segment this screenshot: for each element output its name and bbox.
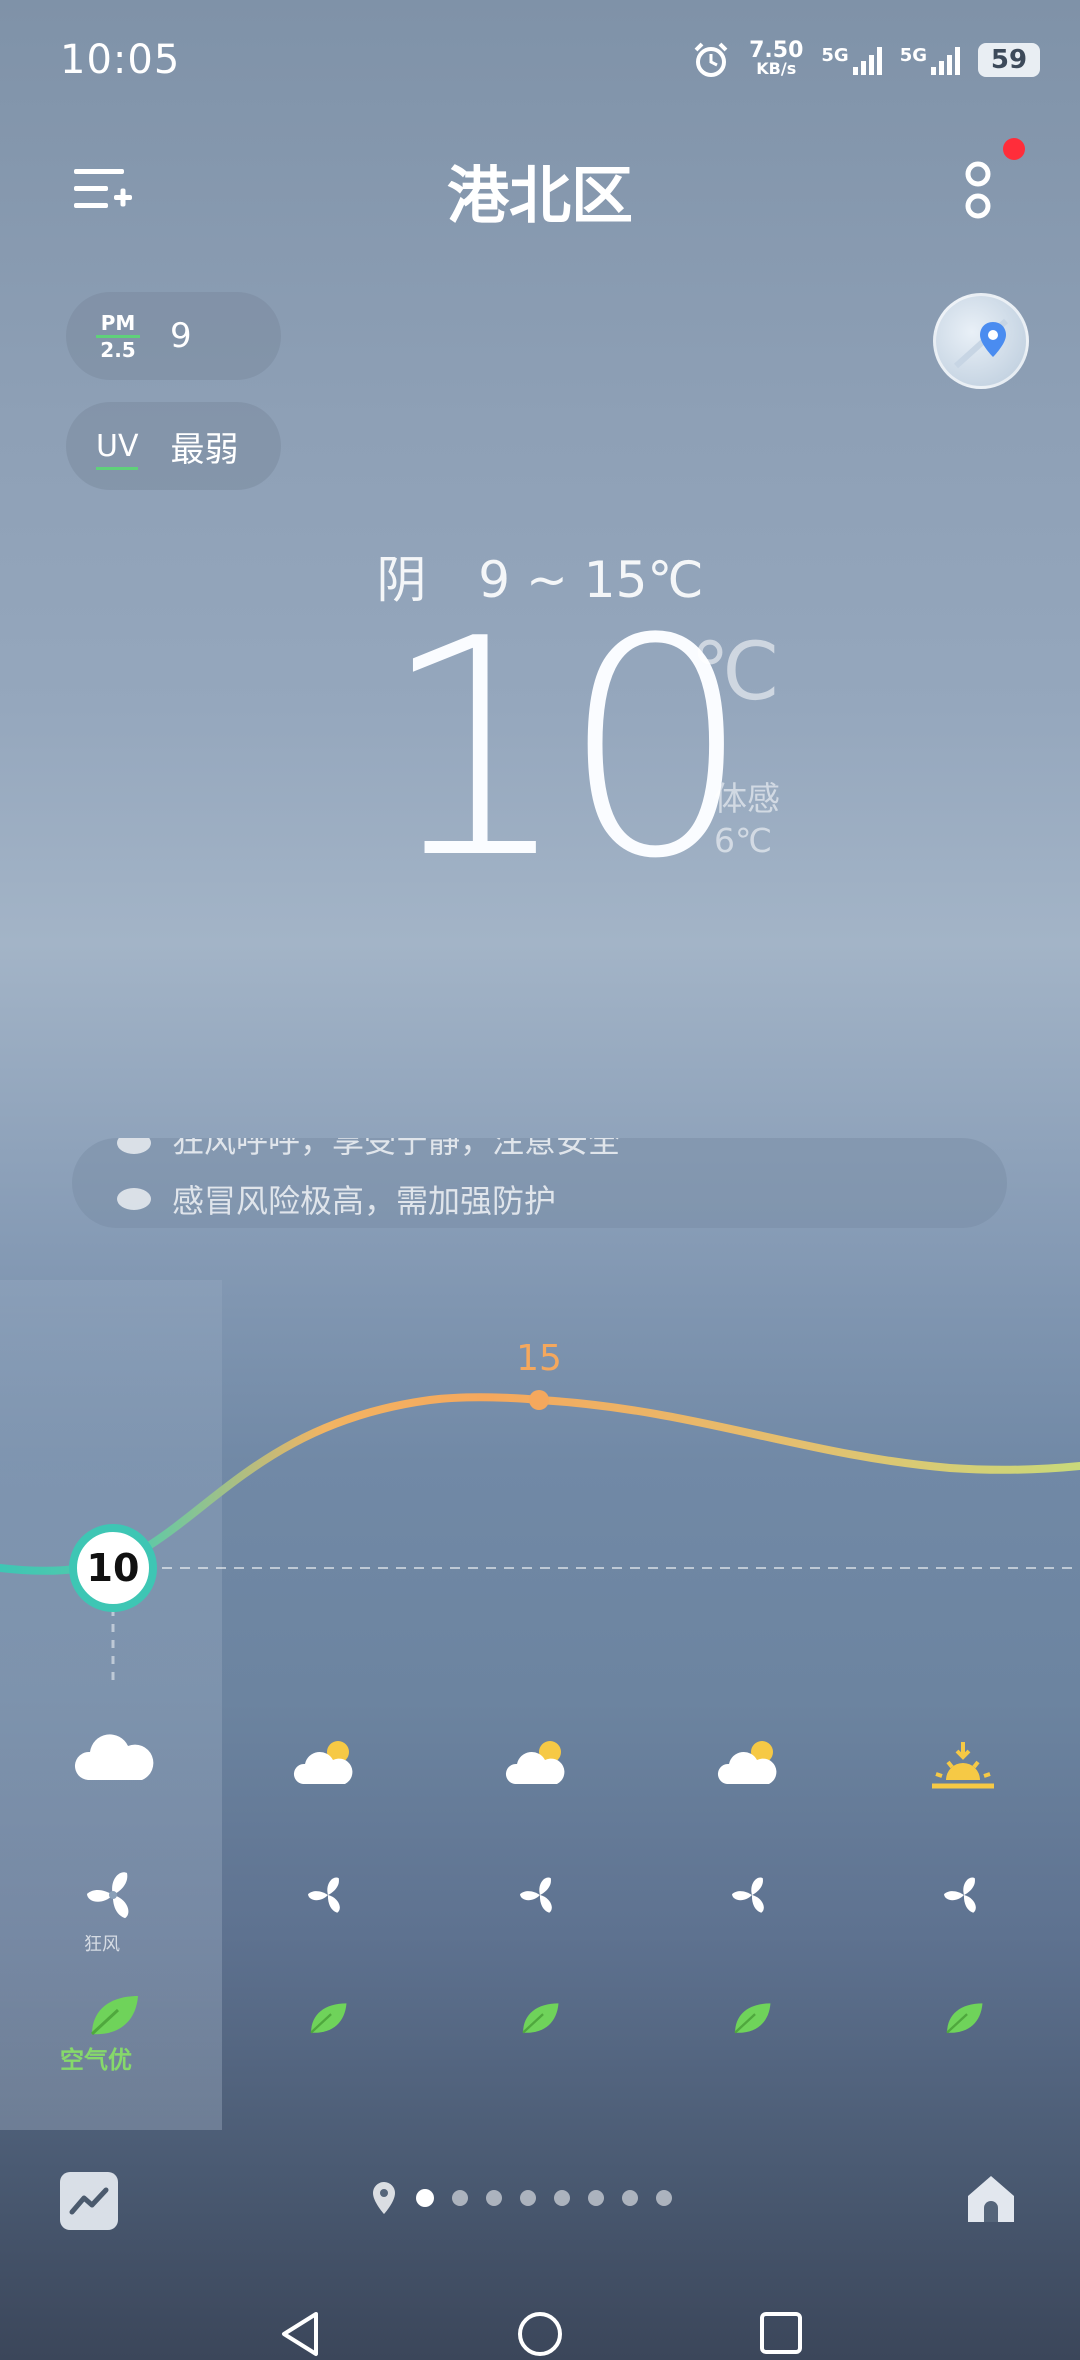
peak-temp-label: 15 bbox=[516, 1338, 562, 1379]
uv-label: UV bbox=[96, 428, 139, 470]
page-dot[interactable] bbox=[588, 2190, 604, 2206]
tips-card[interactable]: 狂风呼呼，享受宁静，注意安全 感冒风险极高，需加强防护 bbox=[72, 1138, 1007, 1228]
page-dot[interactable] bbox=[520, 2190, 536, 2206]
page-dot[interactable] bbox=[656, 2190, 672, 2206]
temp-line bbox=[0, 1393, 1080, 1575]
city-title: 港北区 bbox=[446, 159, 633, 232]
signal-1: 5G bbox=[821, 45, 882, 75]
page-dot[interactable] bbox=[452, 2190, 468, 2206]
temp-unit: ℃ bbox=[690, 625, 780, 718]
back-icon[interactable] bbox=[282, 2312, 318, 2356]
pm25-label: PM 2.5 bbox=[96, 312, 140, 361]
current-point-label: 10 bbox=[87, 1546, 140, 1590]
air-quality-label: 空气优 bbox=[60, 2046, 132, 2074]
status-bar: 10:05 7.50 KB/s 5G 5G 59 bbox=[60, 30, 1040, 90]
page-dot[interactable] bbox=[554, 2190, 570, 2206]
cloudy-icon bbox=[74, 1734, 154, 1780]
trend-chart-icon bbox=[69, 2187, 109, 2215]
page-dot[interactable] bbox=[622, 2190, 638, 2206]
pm25-value: 9 bbox=[170, 316, 192, 356]
uv-value: 最弱 bbox=[170, 429, 239, 470]
partly-cloudy-icon bbox=[505, 1741, 565, 1784]
feels-like-label: 体感 bbox=[714, 779, 780, 818]
status-time: 10:05 bbox=[60, 37, 181, 83]
feels-like-value: 6℃ bbox=[714, 821, 773, 860]
net-label-2: 5G bbox=[899, 45, 927, 66]
sunset-icon bbox=[932, 1742, 994, 1789]
wind-tip-icon bbox=[117, 1138, 151, 1154]
wind-fan-icon bbox=[86, 1872, 129, 1919]
tip-2: 感冒风险极高，需加强防护 bbox=[172, 1182, 557, 1220]
partly-cloudy-icon bbox=[293, 1741, 353, 1784]
leaf-icon bbox=[522, 2003, 559, 2034]
pm25-pill[interactable]: PM 2.5 9 bbox=[66, 292, 281, 380]
status-icons: 7.50 KB/s 5G 5G 59 bbox=[691, 40, 1040, 80]
network-speed: 7.50 KB/s bbox=[749, 38, 804, 78]
feels-like: 体感 6℃ bbox=[714, 778, 780, 862]
more-options-icon[interactable] bbox=[958, 158, 998, 222]
signal-bars-1-icon bbox=[852, 45, 882, 75]
leaf-icon bbox=[90, 1996, 138, 2036]
partly-cloudy-icon bbox=[717, 1741, 777, 1784]
uv-pill[interactable]: UV 最弱 bbox=[66, 402, 281, 490]
wind-level-label: 狂风 bbox=[84, 1934, 120, 1955]
signal-2: 5G bbox=[900, 45, 960, 75]
current-temp: 10 bbox=[380, 575, 752, 924]
net-label-1: 5G bbox=[821, 45, 849, 66]
temperature-curve: 15 10 bbox=[0, 1338, 1080, 1680]
page-dot[interactable] bbox=[416, 2189, 434, 2207]
cold-tip-icon bbox=[117, 1188, 151, 1210]
location-pin-icon bbox=[953, 318, 1009, 369]
recent-apps-icon[interactable] bbox=[760, 2312, 802, 2354]
wind-fan-icon bbox=[520, 1877, 552, 1913]
wind-fan-icon bbox=[308, 1877, 340, 1913]
speed-unit: KB/s bbox=[756, 59, 797, 78]
peak-point bbox=[529, 1390, 549, 1410]
wind-fan-icon bbox=[732, 1877, 764, 1913]
system-nav-bar bbox=[282, 2312, 802, 2356]
notification-dot bbox=[1003, 138, 1025, 160]
battery-indicator: 59 bbox=[978, 43, 1040, 77]
tip-1: 狂风呼呼，享受宁静，注意安全 bbox=[172, 1138, 621, 1160]
page-dot[interactable] bbox=[486, 2190, 502, 2206]
leaf-icon bbox=[734, 2003, 771, 2034]
location-dot-icon bbox=[373, 2182, 395, 2214]
map-button[interactable] bbox=[933, 293, 1029, 389]
home-icon[interactable] bbox=[518, 2312, 562, 2356]
leaf-icon bbox=[946, 2003, 983, 2034]
home-weather-icon[interactable] bbox=[962, 2170, 1020, 2228]
speed-value: 7.50 bbox=[749, 38, 804, 63]
trend-button[interactable] bbox=[60, 2172, 118, 2230]
signal-bars-2-icon bbox=[931, 45, 960, 75]
leaf-icon bbox=[310, 2003, 347, 2034]
wind-fan-icon bbox=[944, 1877, 976, 1913]
city-pager[interactable] bbox=[370, 2180, 672, 2216]
alarm-icon bbox=[694, 42, 728, 77]
